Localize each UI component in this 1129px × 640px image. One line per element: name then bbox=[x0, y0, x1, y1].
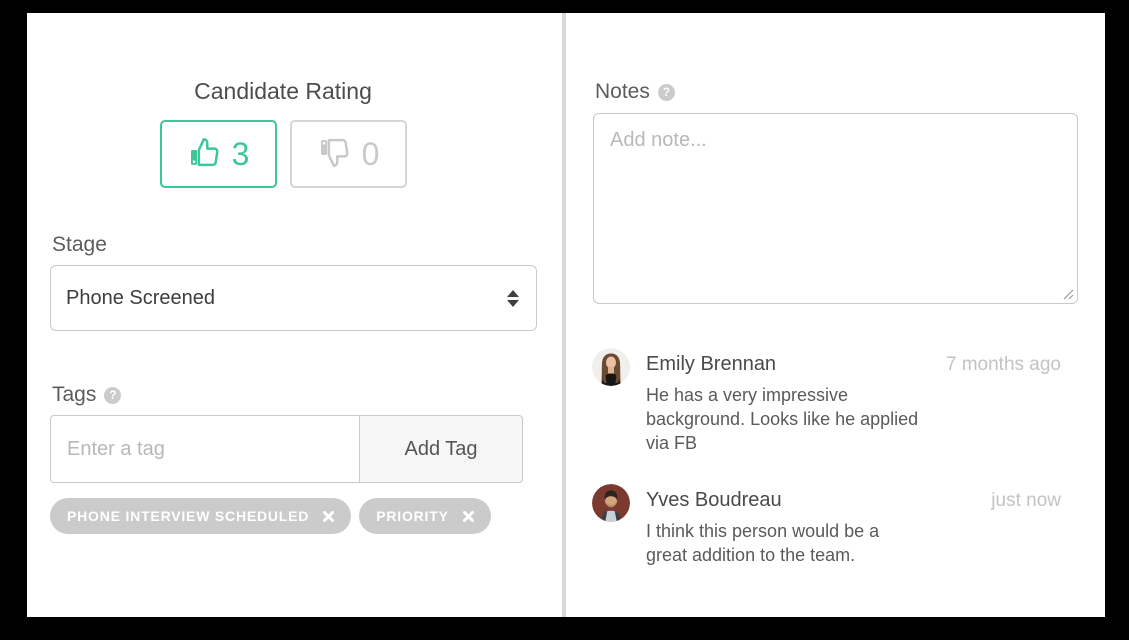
stage-select-value: Phone Screened bbox=[66, 287, 507, 310]
thumbs-up-button[interactable]: 3 bbox=[160, 120, 277, 188]
note-author: Emily Brennan bbox=[646, 353, 918, 375]
notes-label-text: Notes bbox=[595, 80, 650, 104]
thumbs-up-icon bbox=[188, 136, 221, 172]
note-body: Yves Boudreau I think this person would … bbox=[646, 484, 879, 567]
note-author: Yves Boudreau bbox=[646, 489, 879, 511]
notes-label: Notes ? bbox=[595, 80, 675, 104]
note-item: Yves Boudreau I think this person would … bbox=[592, 484, 1070, 567]
thumbs-down-icon bbox=[318, 136, 351, 172]
note-item: Emily Brennan He has a very impressive b… bbox=[592, 348, 1070, 455]
tag-pill: PRIORITY bbox=[359, 498, 491, 534]
stage-select[interactable]: Phone Screened bbox=[50, 265, 537, 331]
notes-pane: Notes ? bbox=[566, 13, 1105, 617]
thumbs-down-button[interactable]: 0 bbox=[290, 120, 407, 188]
tag-entry-row: Add Tag bbox=[50, 415, 523, 483]
stage-label-text: Stage bbox=[52, 233, 107, 257]
note-timestamp: 7 months ago bbox=[946, 354, 1061, 376]
avatar bbox=[592, 484, 630, 522]
candidate-rating-pane: Candidate Rating 3 bbox=[27, 13, 562, 617]
tag-pill-label: PRIORITY bbox=[376, 508, 449, 524]
notes-help-icon[interactable]: ? bbox=[658, 84, 675, 101]
note-text: I think this person would be a great add… bbox=[646, 519, 879, 567]
candidate-rating-title: Candidate Rating bbox=[27, 77, 539, 105]
tag-pill-label: PHONE INTERVIEW SCHEDULED bbox=[67, 508, 309, 524]
textarea-resize-handle-icon[interactable] bbox=[1062, 288, 1074, 300]
note-textarea-wrap bbox=[593, 113, 1078, 304]
note-body: Emily Brennan He has a very impressive b… bbox=[646, 348, 918, 455]
note-textarea[interactable] bbox=[593, 113, 1078, 304]
note-text: He has a very impressive background. Loo… bbox=[646, 383, 918, 455]
tags-label: Tags ? bbox=[52, 383, 121, 407]
tag-pill: PHONE INTERVIEW SCHEDULED bbox=[50, 498, 351, 534]
notes-list: Emily Brennan He has a very impressive b… bbox=[592, 348, 1070, 596]
rating-buttons: 3 0 bbox=[160, 120, 407, 188]
tags-help-icon[interactable]: ? bbox=[104, 387, 121, 404]
select-arrows-icon bbox=[507, 290, 519, 307]
thumbs-down-count: 0 bbox=[362, 138, 380, 170]
thumbs-up-count: 3 bbox=[232, 138, 250, 170]
note-timestamp: just now bbox=[991, 490, 1061, 512]
add-tag-button[interactable]: Add Tag bbox=[359, 415, 523, 483]
stage-label: Stage bbox=[52, 233, 107, 257]
tag-input[interactable] bbox=[50, 415, 360, 483]
tags-label-text: Tags bbox=[52, 383, 96, 407]
tag-remove-icon[interactable] bbox=[463, 511, 474, 522]
tag-remove-icon[interactable] bbox=[323, 511, 334, 522]
panel-area: Candidate Rating 3 bbox=[27, 13, 1105, 617]
candidate-detail-screen: Candidate Rating 3 bbox=[0, 0, 1129, 640]
tag-pill-row: PHONE INTERVIEW SCHEDULED PRIORITY bbox=[50, 498, 491, 534]
avatar bbox=[592, 348, 630, 386]
